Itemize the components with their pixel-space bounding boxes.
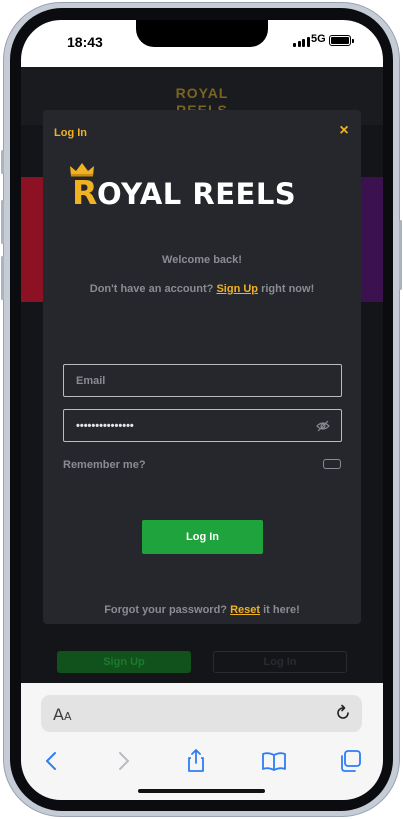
signup-prompt-line: Don't have an account? Sign Up right now… — [43, 283, 361, 295]
banner-left — [21, 177, 44, 302]
welcome-text: Welcome back! — [162, 254, 242, 266]
remember-me-toggle[interactable] — [323, 459, 341, 469]
email-field[interactable] — [63, 364, 342, 397]
address-bar[interactable]: AA — [41, 695, 362, 732]
signup-link[interactable]: Sign Up — [216, 283, 258, 295]
status-bar: 18:43 5G — [21, 20, 383, 67]
back-icon[interactable] — [39, 748, 65, 774]
text-size-button[interactable]: AA — [53, 705, 71, 724]
forgot-prompt: Forgot your password? — [104, 604, 228, 616]
bookmarks-icon[interactable] — [261, 748, 287, 774]
background-login-button: Log In — [213, 651, 347, 673]
password-field[interactable] — [63, 409, 342, 442]
login-modal: Log In × R OYAL REELS Welcome back! Don'… — [43, 110, 361, 624]
signup-suffix: right now! — [261, 283, 315, 295]
network-label: 5G — [311, 33, 326, 45]
banner-right — [360, 177, 383, 302]
reload-icon[interactable] — [334, 704, 352, 722]
volume-down-button — [1, 256, 4, 300]
password-input[interactable] — [64, 410, 341, 441]
volume-up-button — [1, 200, 4, 244]
forward-icon[interactable] — [110, 748, 136, 774]
home-indicator — [138, 789, 265, 793]
forgot-password-line: Forgot your password? Reset it here! — [43, 604, 361, 616]
royal-reels-logo: R OYAL REELS — [69, 162, 339, 212]
logo-initial: R — [72, 173, 98, 212]
reset-suffix: it here! — [263, 604, 300, 616]
signup-prompt: Don't have an account? — [89, 283, 214, 295]
login-button[interactable]: Log In — [142, 520, 263, 554]
close-icon[interactable]: × — [333, 120, 355, 142]
email-input[interactable] — [64, 365, 341, 396]
battery-icon — [329, 35, 354, 46]
remember-me-label: Remember me? — [63, 459, 146, 471]
background-signup-button: Sign Up — [57, 651, 191, 673]
browser-nav-bar — [21, 743, 383, 779]
modal-title: Log In — [54, 127, 87, 139]
reset-link[interactable]: Reset — [230, 604, 260, 616]
phone-screen: 18:43 5G ROYAL REELS Sign Up Log In Log … — [21, 20, 383, 800]
tabs-icon[interactable] — [337, 748, 363, 774]
share-icon[interactable] — [183, 748, 209, 774]
notch — [136, 20, 268, 47]
eye-slash-icon[interactable] — [316, 420, 330, 432]
status-time: 18:43 — [67, 34, 103, 50]
silent-switch — [1, 150, 4, 174]
power-button — [399, 220, 402, 290]
signal-icon — [293, 37, 310, 47]
logo-text: OYAL REELS — [97, 177, 297, 211]
safari-toolbar: AA — [21, 683, 383, 800]
